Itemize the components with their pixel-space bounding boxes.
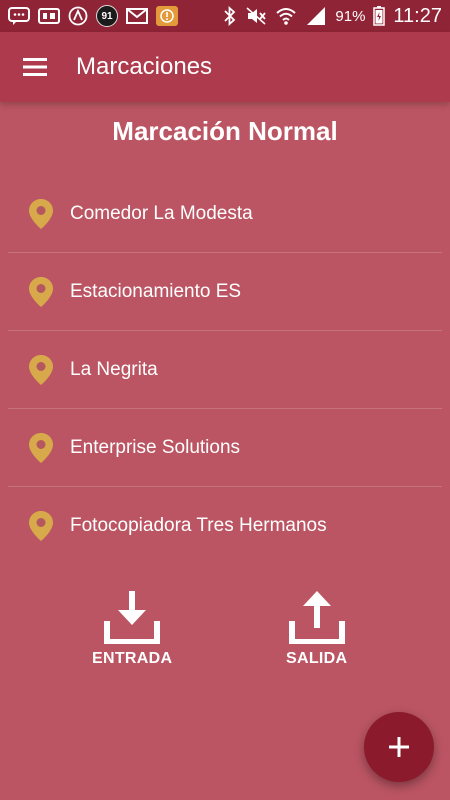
battery-icon: [373, 6, 386, 26]
clock-actions: ENTRADA SALIDA: [0, 588, 450, 678]
location-label: La Negrita: [70, 358, 158, 380]
section-title: Marcación Normal: [112, 116, 338, 146]
sim-card-icon: [38, 7, 60, 25]
plus-icon: [389, 737, 409, 757]
location-item[interactable]: Enterprise Solutions: [8, 409, 442, 487]
location-label: Enterprise Solutions: [70, 436, 241, 458]
status-bar-notifications: 91: [8, 5, 178, 27]
location-list: Comedor La Modesta Estacionamiento ES La…: [8, 175, 442, 565]
status-bar-system: 91% 11:27: [223, 5, 442, 28]
upload-tray-icon: [288, 591, 345, 644]
message-icon: [8, 7, 30, 25]
location-item[interactable]: La Negrita: [8, 331, 442, 409]
mute-icon: [245, 6, 267, 26]
battery-percentage: 91%: [335, 7, 366, 25]
mail-icon: [126, 8, 148, 24]
salida-button[interactable]: SALIDA: [286, 588, 347, 668]
add-fab-button[interactable]: [364, 712, 434, 782]
hamburger-menu-icon: [23, 58, 47, 76]
location-label: Fotocopiadora Tres Hermanos: [70, 515, 327, 536]
avast-icon: [68, 6, 88, 26]
bluetooth-icon: [223, 6, 237, 26]
download-tray-icon: [104, 591, 161, 644]
status-bar: 91 91% 11:27: [0, 0, 450, 32]
map-pin-icon: [29, 432, 53, 463]
map-pin-icon: [29, 354, 53, 385]
clock: 11:27: [393, 4, 442, 27]
location-item[interactable]: Fotocopiadora Tres Hermanos: [8, 487, 442, 565]
location-item[interactable]: Estacionamiento ES: [8, 253, 442, 331]
notification-count-icon: 91: [96, 5, 118, 27]
location-item[interactable]: Comedor La Modesta: [8, 175, 442, 253]
map-pin-icon: [29, 276, 53, 307]
map-pin-icon: [29, 198, 53, 229]
menu-button[interactable]: [0, 32, 70, 102]
signal-icon: [305, 6, 327, 26]
map-pin-icon: [29, 511, 53, 541]
entrada-button[interactable]: ENTRADA: [92, 588, 172, 668]
app-bar: Marcaciones: [0, 32, 450, 102]
salida-label: SALIDA: [286, 650, 348, 667]
entrada-label: ENTRADA: [92, 650, 173, 667]
location-label: Comedor La Modesta: [70, 202, 253, 224]
page-title: Marcaciones: [76, 53, 213, 80]
app-alert-icon: [156, 6, 178, 26]
wifi-icon: [275, 6, 297, 26]
location-label: Estacionamiento ES: [70, 280, 242, 302]
